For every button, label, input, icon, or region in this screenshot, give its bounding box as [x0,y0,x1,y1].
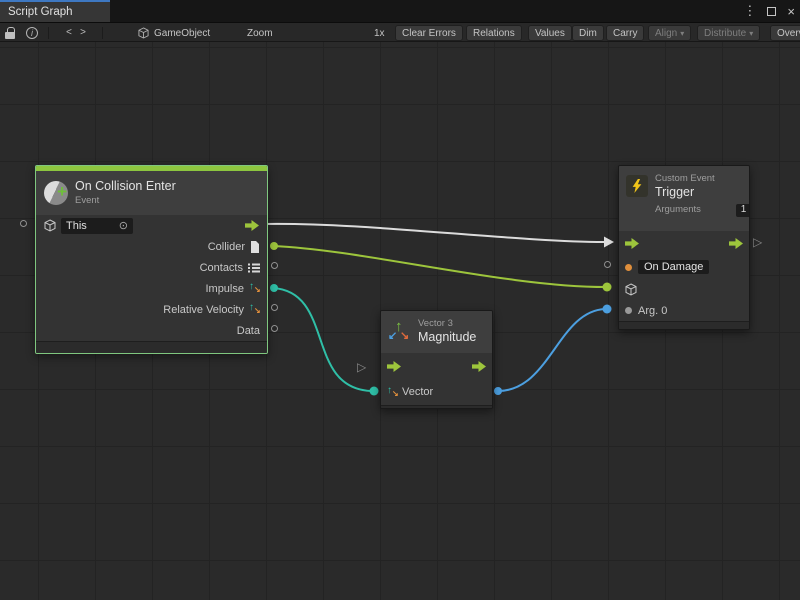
flow-input-port[interactable] [387,361,402,372]
output-port-contacts[interactable] [271,262,278,269]
row-target: This ⊙ [36,215,267,236]
gameobject-cube-icon [44,219,56,232]
event-name-field[interactable]: On Damage [638,260,709,274]
input-port-event-name[interactable] [604,261,611,268]
flow-output-port[interactable] [472,361,487,372]
vector3-type-icon: ↑↘ [387,386,398,399]
node-title: Magnitude [418,330,476,346]
gameobject-cube-icon [138,27,149,39]
tab-title: Script Graph [8,6,73,18]
zoom-label: Zoom [247,23,273,42]
clear-errors-button[interactable]: Clear Errors [395,25,463,41]
graph-owner[interactable]: GameObject [138,23,210,42]
node-header: ↑↙↘ Vector 3 Magnitude [381,311,492,353]
code-view-button[interactable]: < > [66,23,87,42]
gameobject-label: GameObject [154,28,210,39]
unity-script-graph-window: Script Graph ⋮ × i < > GameObject Zoom 1… [0,0,800,600]
node-trigger-custom-event[interactable]: Custom Event Trigger Arguments 1 On Dama… [618,165,750,330]
object-picker-icon[interactable]: ⊙ [119,219,128,232]
relations-button[interactable]: Relations [466,25,522,41]
tab-script-graph[interactable]: Script Graph [0,0,110,22]
chevron-down-icon: ▾ [680,29,684,38]
values-button[interactable]: Values [528,25,572,41]
flow-row [619,231,749,255]
node-title: On Collision Enter [75,179,176,195]
node-footer [381,405,492,408]
node-title: Trigger [655,185,750,201]
vector3-type-icon: ↑↘ [249,303,260,316]
vector3-type-icon: ↑↘ [249,282,260,295]
graph-toolbar: i < > GameObject Zoom 1x Clear Errors Re… [0,22,800,42]
collision-event-icon: + [44,181,68,205]
info-button[interactable]: i [26,23,38,42]
node-on-collision-enter[interactable]: + On Collision Enter Event This ⊙ Collid… [35,165,268,354]
output-row-collider: Collider [36,236,267,257]
target-value: This [66,220,87,232]
zoom-value: 1x [374,23,385,42]
node-supertitle: Custom Event [655,173,750,185]
window-controls: ⋮ × [743,0,795,22]
output-row-contacts: Contacts [36,257,267,278]
input-port-this[interactable] [20,220,27,227]
dim-button[interactable]: Dim [572,25,604,41]
output-row-impulse: Impulse ↑↘ [36,278,267,299]
output-row-data: Data [36,320,267,341]
node-footer [619,321,749,329]
code-icon: < > [66,28,87,39]
flow-output-port[interactable] [729,238,744,249]
toolbar-divider [48,27,49,39]
node-supertitle: Vector 3 [418,318,476,330]
close-icon[interactable]: × [787,4,795,19]
overview-button[interactable]: Overview [770,25,800,41]
flow-input-port[interactable] [625,238,640,249]
chevron-down-icon: ▾ [749,29,753,38]
node-subtitle: Event [75,195,176,207]
input-row-event-name: On Damage [619,255,749,279]
maximize-icon[interactable] [767,7,776,16]
string-port-dot[interactable] [625,264,632,271]
node-header: + On Collision Enter Event [36,171,267,215]
output-port-data[interactable] [271,325,278,332]
node-header: Custom Event Trigger Arguments 1 [619,166,749,231]
lock-button[interactable] [5,23,15,42]
arg0-port-dot[interactable] [625,307,632,314]
flow-hint-triangle-left: ▷ [357,360,366,374]
align-dropdown[interactable]: Align▾ [648,25,691,41]
flow-row [381,353,492,379]
input-row-vector: ↑↘ Vector [381,379,492,405]
arguments-label: Arguments [655,204,701,216]
contacts-list-icon [248,263,260,273]
vector3-icon: ↑↙↘ [387,320,411,344]
flow-output-port[interactable] [245,220,260,231]
target-dropdown[interactable]: This ⊙ [61,218,133,234]
distribute-dropdown[interactable]: Distribute▾ [697,25,760,41]
toolbar-divider [102,27,103,39]
lock-icon [5,32,15,39]
carry-button[interactable]: Carry [606,25,644,41]
arguments-count-field[interactable]: 1 [736,204,750,217]
gameobject-cube-icon [625,283,637,296]
tab-bar: Script Graph ⋮ × [0,0,800,22]
input-row-arg0: Arg. 0 [619,300,749,321]
output-row-relative-velocity: Relative Velocity ↑↘ [36,299,267,320]
custom-event-bolt-icon [626,175,648,197]
flow-hint-triangle-right: ▷ [753,235,762,249]
menu-icon[interactable]: ⋮ [743,3,756,19]
info-icon: i [26,27,38,39]
output-port-relative-velocity[interactable] [271,304,278,311]
node-footer [36,341,267,353]
node-vector3-magnitude[interactable]: ↑↙↘ Vector 3 Magnitude ↑↘ Vector [380,310,493,409]
input-row-target [619,279,749,300]
collider-doc-icon [250,241,260,253]
